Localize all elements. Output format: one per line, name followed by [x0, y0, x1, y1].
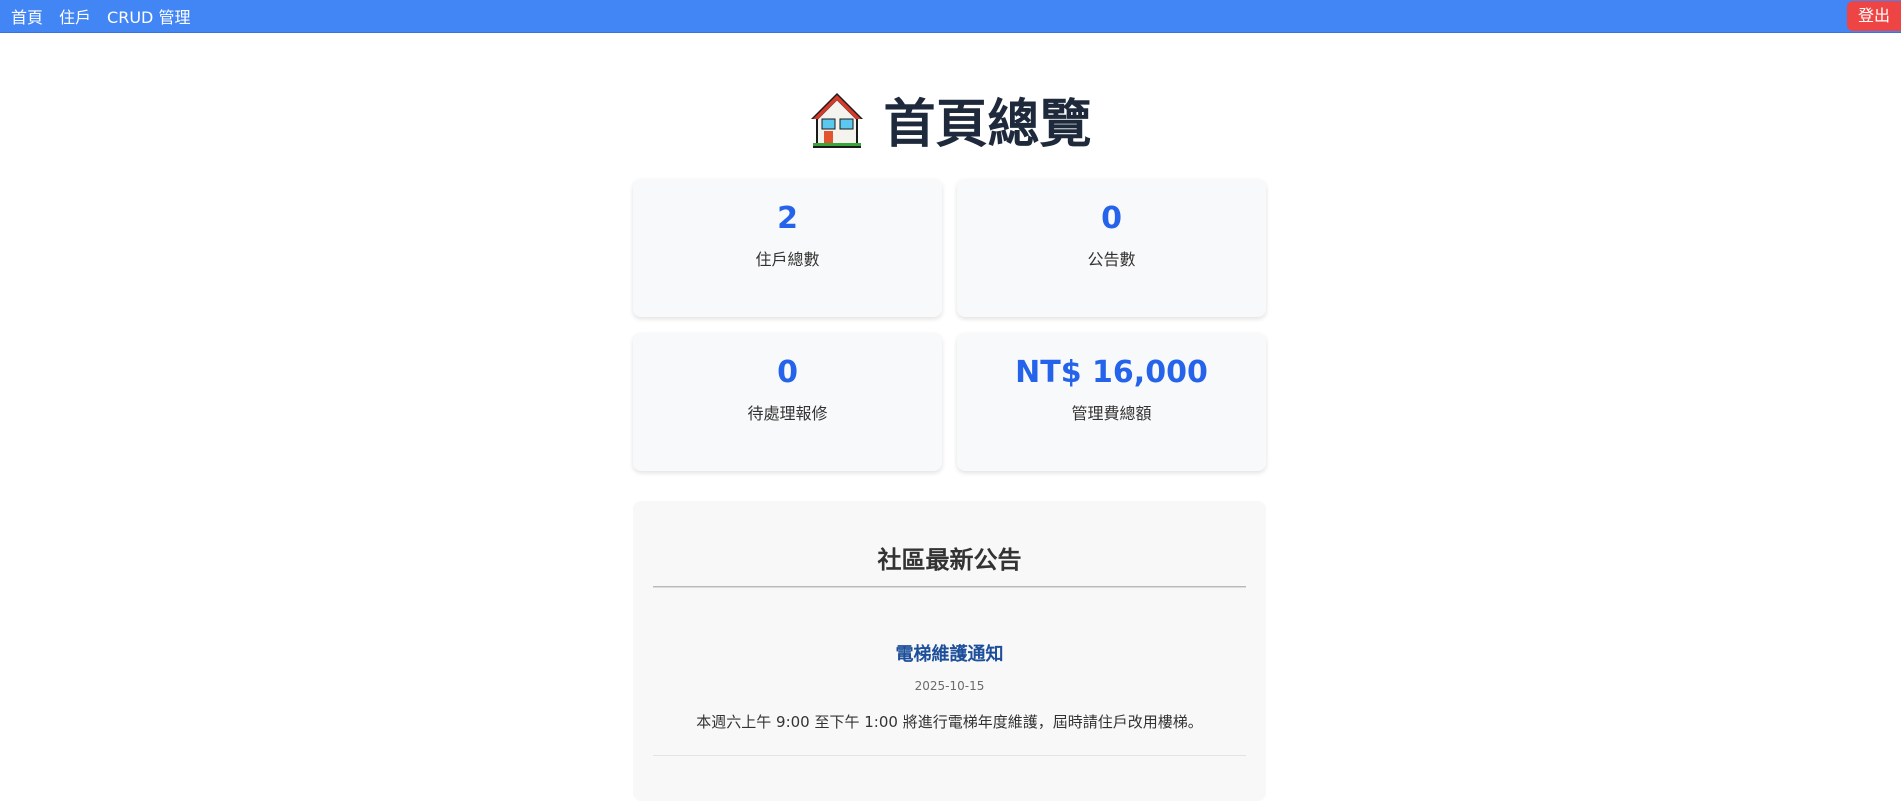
stat-card-fees: NT$ 16,000 管理費總額: [957, 333, 1266, 471]
nav-link-crud[interactable]: CRUD 管理: [107, 4, 190, 28]
top-navbar: 首頁 住戶 CRUD 管理 登出: [0, 0, 1901, 33]
announcements-title: 社區最新公告: [877, 546, 1022, 574]
announcement-item: 電梯維護通知 2025-10-15 本週六上午 9:00 至下午 1:00 將進…: [653, 642, 1246, 756]
announcement-content: 本週六上午 9:00 至下午 1:00 將進行電梯年度維護，屆時請住戶改用樓梯。: [696, 713, 1203, 731]
nav-link-residents[interactable]: 住戶: [59, 4, 91, 28]
stat-value: 0: [777, 355, 798, 390]
nav-link-home[interactable]: 首頁: [11, 4, 43, 28]
stat-value: NT$ 16,000: [1015, 355, 1208, 390]
stat-label: 住戶總數: [755, 250, 820, 269]
page-heading: 首頁總覽: [0, 86, 1901, 155]
stat-card-residents: 2 住戶總數: [633, 179, 942, 317]
logout-button[interactable]: 登出: [1846, 1, 1901, 31]
stat-card-repairs: 0 待處理報修: [633, 333, 942, 471]
stat-value: 2: [777, 201, 798, 236]
stat-card-announcements: 0 公告數: [957, 179, 1266, 317]
stats-grid: 2 住戶總數 0 公告數 0 待處理報修 NT$ 16,000 管理費總額: [633, 179, 1266, 471]
announcement-title[interactable]: 電梯維護通知: [653, 642, 1246, 668]
divider: [653, 586, 1246, 588]
stat-label: 管理費總額: [1071, 404, 1152, 423]
stat-label: 公告數: [1087, 250, 1136, 269]
stat-label: 待處理報修: [747, 404, 828, 423]
announcements-panel: 社區最新公告 電梯維護通知 2025-10-15 本週六上午 9:00 至下午 …: [633, 501, 1266, 801]
divider: [653, 755, 1246, 756]
announcement-date: 2025-10-15: [914, 679, 985, 693]
page-title: 首頁總覽: [883, 94, 1092, 155]
house-icon: [809, 89, 865, 149]
nav-links: 首頁 住戶 CRUD 管理: [11, 0, 190, 32]
stat-value: 0: [1101, 201, 1122, 236]
